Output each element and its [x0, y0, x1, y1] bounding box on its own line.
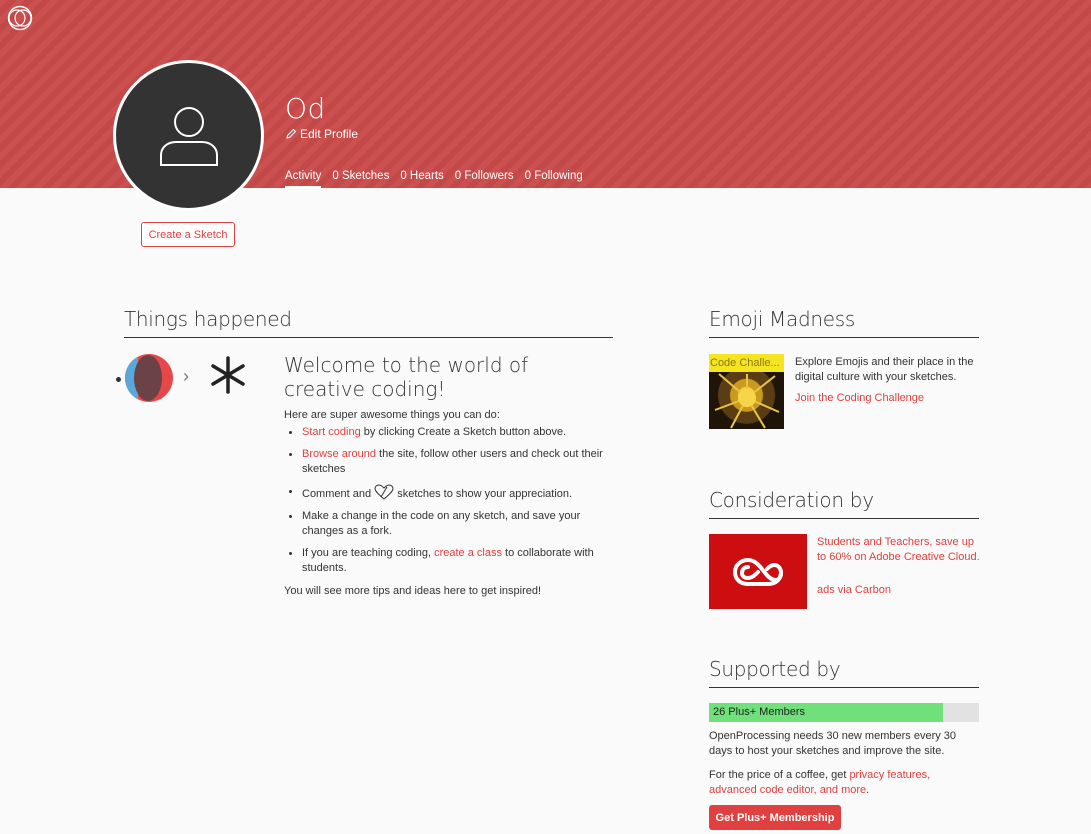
emoji-sun-icon [714, 373, 780, 429]
list-item: Browse around the site, follow other use… [284, 447, 619, 477]
things-happened-title: Things happened [124, 307, 613, 338]
tip-text: Comment and [302, 488, 375, 500]
price-text-end: . [866, 784, 870, 796]
tab-following[interactable]: 0 Following [525, 170, 583, 187]
welcome-title: Welcome to the world of creative coding! [284, 353, 529, 401]
create-class-link[interactable]: create a class [434, 547, 502, 559]
profile-tabs: Activity 0 Sketches 0 Hearts 0 Followers… [285, 170, 583, 189]
openprocessing-logo[interactable] [6, 5, 34, 31]
tab-hearts[interactable]: 0 Hearts [400, 170, 443, 187]
user-icon [160, 107, 218, 166]
challenge-title: Emoji Madness [709, 307, 979, 338]
creative-cloud-icon [732, 557, 784, 586]
support-price-text: For the price of a coffee, get privacy f… [709, 768, 979, 798]
tip-text: Make a change in the code on any sketch,… [302, 510, 581, 537]
ad-text-link[interactable]: Students and Teachers, save up to 60% on… [817, 535, 982, 565]
ad-image[interactable] [709, 534, 807, 609]
support-description: OpenProcessing needs 30 new members ever… [709, 730, 957, 757]
tab-followers[interactable]: 0 Followers [455, 170, 514, 187]
edit-profile-link[interactable]: Edit Profile [285, 127, 358, 141]
list-item: Comment and sketches to show your apprec… [284, 484, 619, 502]
tips-outro: You will see more tips and ideas here to… [284, 585, 542, 597]
user-avatar-icon[interactable] [124, 353, 174, 403]
members-progress-bar: 26 Plus+ Members [709, 703, 979, 722]
get-plus-membership-button[interactable]: Get Plus+ Membership [709, 805, 841, 830]
ad-section-title: Consideration by [709, 488, 979, 519]
list-item: If you are teaching coding, create a cla… [284, 546, 619, 576]
create-sketch-button[interactable]: Create a Sketch [141, 222, 235, 247]
edit-profile-label: Edit Profile [300, 127, 359, 141]
challenge-thumbnail[interactable]: Code Challe... [709, 354, 784, 429]
list-item: Start coding by clicking Create a Sketch… [284, 425, 619, 440]
ads-via-carbon-link[interactable]: ads via Carbon [817, 584, 891, 596]
tip-text: by clicking Create a Sketch button above… [360, 426, 567, 438]
tab-activity[interactable]: Activity [285, 170, 322, 189]
sketch-asterisk-icon[interactable] [207, 355, 249, 395]
list-item: Make a change in the code on any sketch,… [284, 509, 619, 539]
price-text: For the price of a coffee, get [709, 769, 850, 781]
tab-sketches[interactable]: 0 Sketches [332, 170, 389, 187]
avatar[interactable] [113, 60, 264, 211]
start-coding-link[interactable]: Start coding [302, 426, 361, 438]
profile-name: Od [285, 92, 326, 125]
activity-bullet [116, 377, 121, 382]
tip-text: If you are teaching coding, [302, 547, 435, 559]
progress-label: 26 Plus+ Members [713, 706, 806, 718]
join-challenge-link[interactable]: Join the Coding Challenge [795, 392, 924, 404]
challenge-description: Explore Emojis and their place in the di… [795, 356, 974, 383]
tips-intro: Here are super awesome things you can do… [284, 409, 500, 421]
supported-by-title: Supported by [709, 657, 979, 688]
heart-icon [374, 484, 394, 500]
pencil-icon [286, 128, 297, 139]
browse-around-link[interactable]: Browse around [302, 448, 376, 460]
tips-list: Start coding by clicking Create a Sketch… [284, 425, 619, 583]
tip-text: sketches to show your appreciation. [394, 488, 573, 500]
chevron-right-icon: › [183, 366, 189, 386]
